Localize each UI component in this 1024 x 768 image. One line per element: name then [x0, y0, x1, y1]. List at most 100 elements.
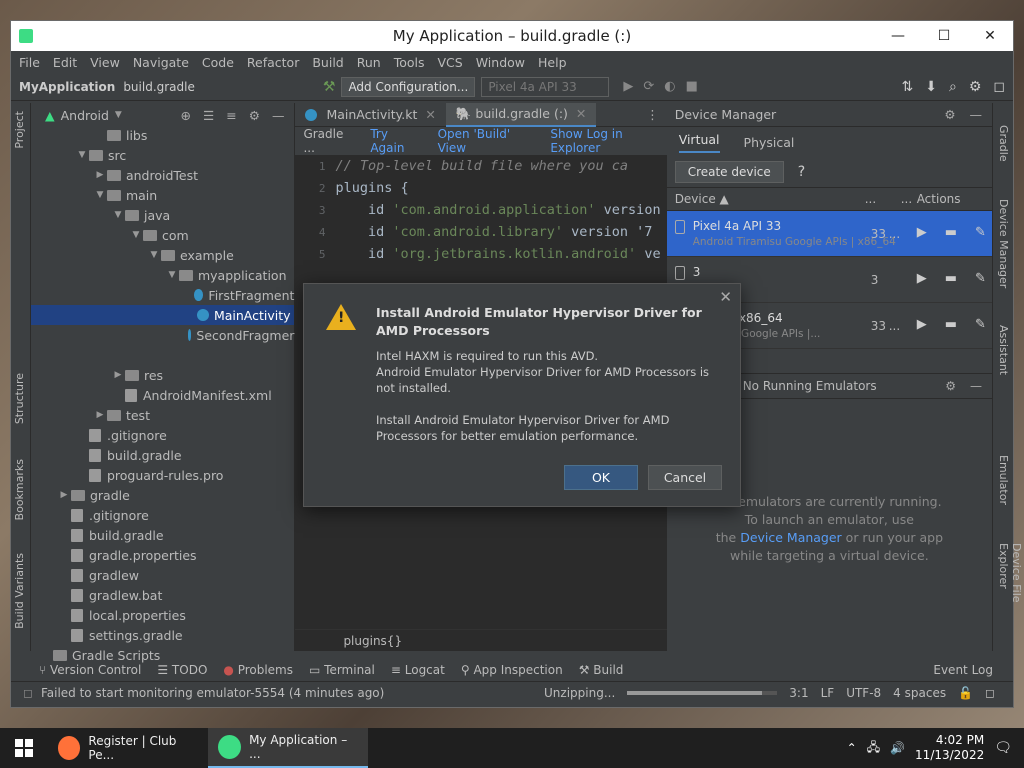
launch-icon[interactable]: ▶ — [917, 271, 927, 286]
gear-icon[interactable]: ⚙ — [944, 107, 955, 122]
expand-all-icon[interactable]: ☰ — [203, 108, 214, 123]
launch-icon[interactable]: ▶ — [917, 225, 927, 240]
hide-icon[interactable]: — — [970, 107, 983, 122]
tab-bookmarks[interactable]: Bookmarks — [13, 459, 26, 520]
chevron-down-icon[interactable]: ▼ — [115, 110, 122, 120]
tab-gradle[interactable]: Gradle — [997, 125, 1010, 162]
tree-item[interactable]: MainActivity — [30, 305, 295, 325]
tree-item[interactable]: proguard-rules.pro — [31, 465, 294, 485]
chevron-icon[interactable]: ▶ — [57, 490, 71, 500]
tab-emulator[interactable]: Emulator — [997, 455, 1010, 505]
tree-item[interactable]: local.properties — [31, 605, 294, 625]
ok-button[interactable]: OK — [564, 465, 638, 490]
close-icon[interactable]: ✕ — [425, 107, 435, 122]
status-message[interactable]: Failed to start monitoring emulator-5554… — [41, 686, 384, 700]
tab-physical[interactable]: Physical — [744, 135, 795, 150]
project-view-selector[interactable]: Android — [61, 108, 109, 123]
menu-run[interactable]: Run — [357, 55, 381, 70]
tab-structure[interactable]: Structure — [13, 373, 26, 424]
dialog-close-button[interactable]: ✕ — [719, 288, 732, 306]
minimize-button[interactable]: — — [875, 21, 921, 51]
tool-version-control[interactable]: ⑂ Version Control — [39, 663, 141, 677]
chevron-icon[interactable]: ▶ — [111, 370, 125, 380]
tree-item[interactable]: ▼ myapplication — [31, 265, 294, 285]
tool-app-inspection[interactable]: ⚲ App Inspection — [461, 663, 563, 677]
folder-icon[interactable]: ▬ — [945, 225, 957, 240]
tree-item[interactable]: SecondFragmer — [31, 325, 294, 345]
code-line[interactable]: 2 plugins { — [295, 177, 666, 199]
lock-icon[interactable]: 🔓 — [958, 686, 973, 700]
folder-icon[interactable]: ▬ — [945, 271, 957, 286]
chevron-icon[interactable]: ▼ — [147, 250, 161, 260]
tree-item[interactable]: ▶ res — [31, 365, 294, 385]
editor-breadcrumb[interactable]: plugins{} — [295, 629, 667, 651]
tree-item[interactable]: .gitignore — [31, 425, 294, 445]
tree-item[interactable]: ▶ test — [31, 405, 294, 425]
search-icon[interactable]: ⌕ — [949, 79, 957, 95]
tree-item[interactable]: gradle.properties — [31, 545, 294, 565]
chevron-up-icon[interactable]: ⌃ — [847, 741, 857, 755]
code-area[interactable]: 1 // Top-level build file where you ca 2 pl… — [295, 155, 666, 265]
memory-icon[interactable]: ◻ — [985, 686, 995, 700]
help-icon[interactable]: ? — [798, 164, 805, 180]
tab-assistant[interactable]: Assistant — [997, 325, 1010, 375]
launch-icon[interactable]: ▶ — [917, 317, 927, 332]
tool-todo[interactable]: ☰ TODO — [157, 663, 207, 677]
menu-code[interactable]: Code — [202, 55, 234, 70]
chevron-icon[interactable]: ▶ — [93, 410, 107, 420]
menu-edit[interactable]: Edit — [53, 55, 77, 70]
chevron-icon[interactable]: ▼ — [129, 230, 143, 240]
title-bar[interactable]: My Application – build.gradle (:) — ☐ ✕ — [11, 21, 1013, 51]
edit-icon[interactable]: ✎ — [975, 271, 986, 286]
tool-problems[interactable]: ● Problems — [223, 663, 293, 677]
device-manager-link[interactable]: Device Manager — [740, 530, 842, 545]
chevron-icon[interactable]: ▼ — [165, 270, 179, 280]
tree-item[interactable]: ▶ androidTest — [31, 165, 294, 185]
hide-icon[interactable]: — — [272, 108, 285, 123]
tab-device-manager[interactable]: Device Manager — [997, 199, 1010, 288]
breadcrumb-file[interactable]: build.gradle — [123, 80, 195, 94]
chevron-icon[interactable]: ▼ — [75, 150, 89, 160]
sync-icon[interactable]: ⇅ — [902, 79, 914, 95]
indent-setting[interactable]: 4 spaces — [893, 686, 946, 700]
menu-tools[interactable]: Tools — [394, 55, 425, 70]
tree-item[interactable]: ▼ java — [31, 205, 294, 225]
tree-item[interactable]: libs — [31, 125, 294, 145]
tree-item[interactable]: AndroidManifest.xml — [31, 385, 294, 405]
network-icon[interactable]: 🖧 — [867, 738, 880, 759]
menu-build[interactable]: Build — [312, 55, 343, 70]
status-icon[interactable]: ◻ — [23, 686, 33, 700]
tree-item[interactable]: gradlew.bat — [31, 585, 294, 605]
chevron-icon[interactable]: ▼ — [111, 210, 125, 220]
tree-item[interactable]: ▼ src — [31, 145, 294, 165]
hide-icon[interactable]: — — [970, 379, 982, 393]
stop-icon[interactable]: ■ — [686, 79, 698, 94]
tool-build[interactable]: ⚒ Build — [579, 663, 624, 677]
column-device[interactable]: Device ▲ — [667, 192, 865, 206]
tree-item[interactable]: gradlew — [31, 565, 294, 585]
account-icon[interactable]: ◻ — [993, 79, 1005, 95]
clock[interactable]: 4:02 PM 11/13/2022 — [915, 733, 984, 763]
profile-icon[interactable]: ◐ — [664, 79, 675, 94]
tab-build-gradle[interactable]: 🐘 build.gradle (:) ✕ — [445, 102, 597, 127]
menu-refactor[interactable]: Refactor — [247, 55, 299, 70]
tree-item[interactable]: FirstFragment — [31, 285, 294, 305]
collapse-all-icon[interactable]: ≡ — [226, 108, 236, 123]
event-log-button[interactable]: Event Log — [933, 663, 1013, 677]
menu-navigate[interactable]: Navigate — [133, 55, 189, 70]
close-icon[interactable]: ✕ — [576, 106, 586, 121]
taskbar-item[interactable]: Register | Club Pe... — [48, 728, 208, 768]
tool-terminal[interactable]: ▭ Terminal — [309, 663, 375, 677]
debug-icon[interactable]: ⟳ — [643, 79, 654, 94]
menu-vcs[interactable]: VCS — [438, 55, 463, 70]
add-configuration-button[interactable]: Add Configuration... — [341, 76, 476, 97]
try-again-link[interactable]: Try Again — [370, 127, 421, 155]
folder-icon[interactable]: ▬ — [945, 317, 957, 332]
background-task[interactable]: Unzipping... — [544, 686, 615, 700]
code-line[interactable]: 1 // Top-level build file where you ca — [295, 155, 666, 177]
edit-icon[interactable]: ✎ — [975, 225, 986, 240]
code-line[interactable]: 3 id 'com.android.application' version — [295, 199, 666, 221]
edit-icon[interactable]: ✎ — [975, 317, 986, 332]
tree-item[interactable]: .gitignore — [31, 505, 294, 525]
more-icon[interactable]: ⋮ — [646, 107, 667, 122]
